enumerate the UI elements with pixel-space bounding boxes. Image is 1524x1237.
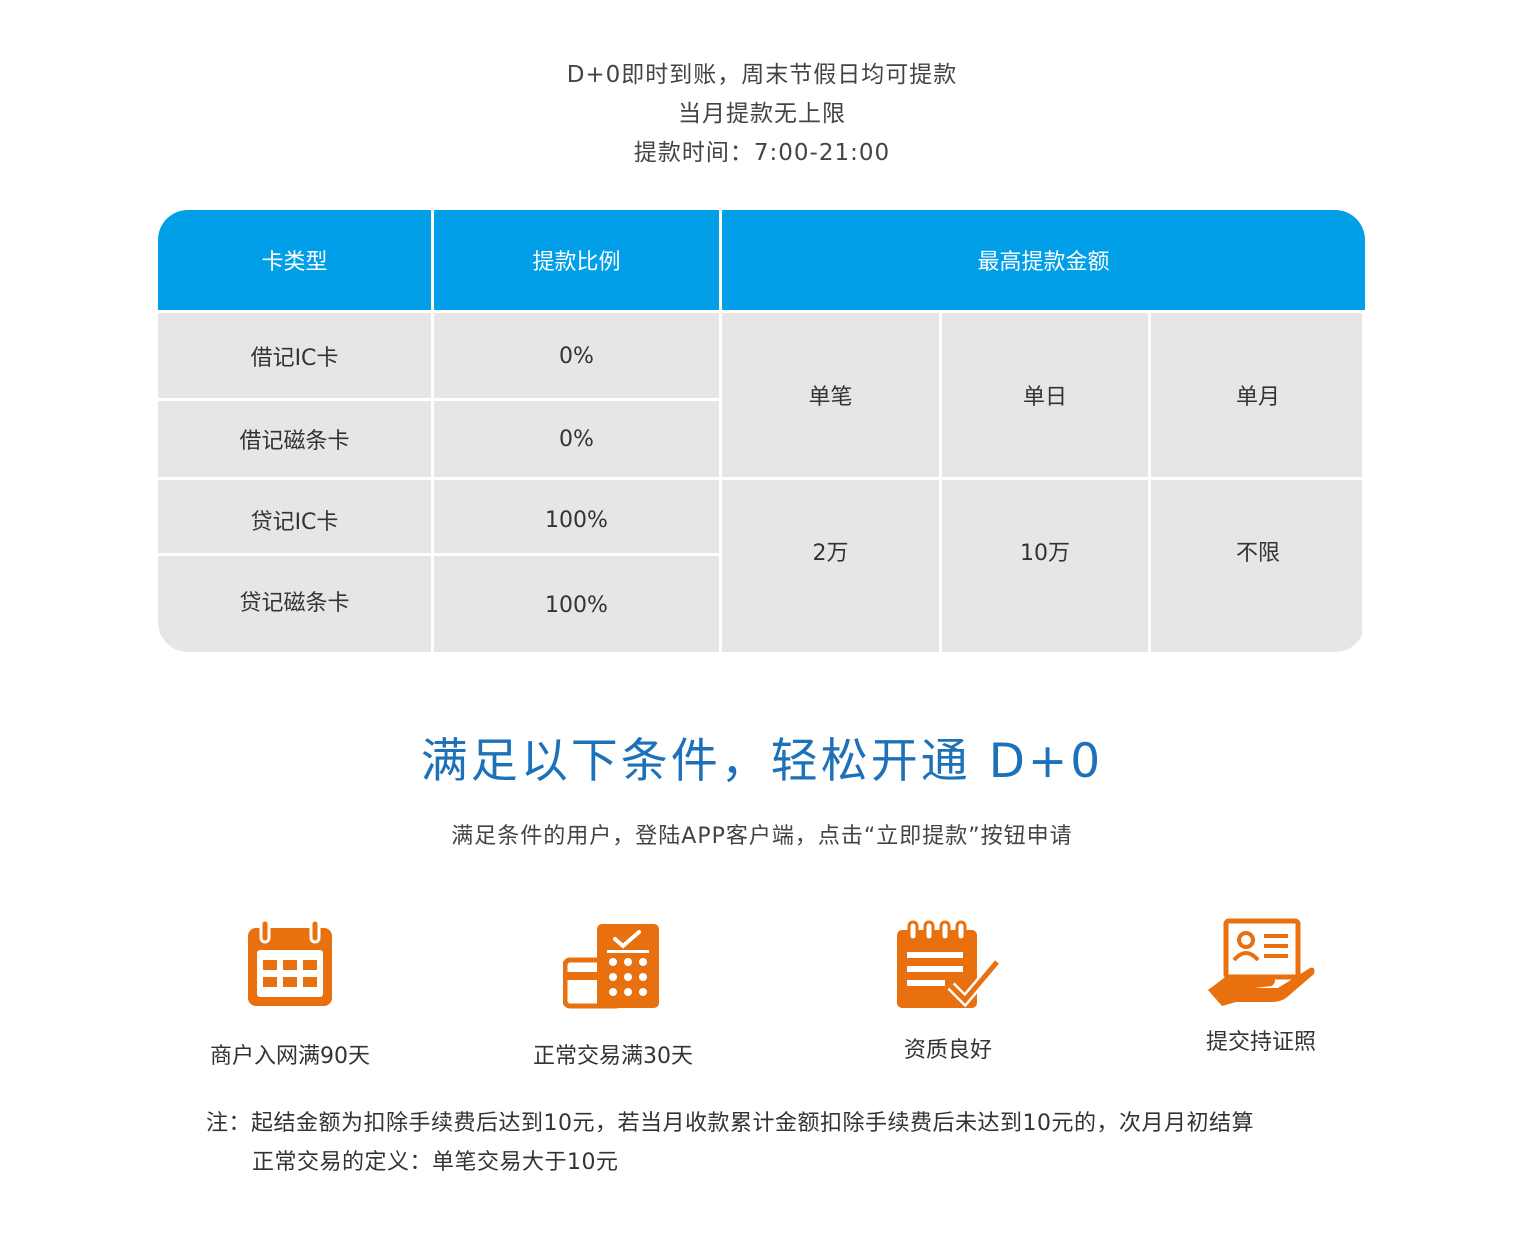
- note-line-1: 注：起结金额为扣除手续费后达到10元，若当月收款累计金额扣除手续费后未达到10元…: [206, 1111, 1254, 1136]
- feature-network-days: 商户入网满90天: [185, 918, 395, 1070]
- row-card-type: 贷记IC卡: [250, 510, 339, 535]
- intro-line-3: 提款时间：7:00-21:00: [633, 140, 891, 166]
- limit-label-daily: 单日: [1022, 385, 1067, 410]
- table-divider: [158, 477, 1365, 480]
- feature-label: 商户入网满90天: [210, 1044, 370, 1069]
- feature-label: 资质良好: [903, 1038, 992, 1063]
- id-card-hand-icon: [1208, 918, 1315, 1006]
- limit-value-daily: 10万: [1020, 541, 1070, 566]
- intro-block: D+0即时到账，周末节假日均可提款 当月提款无上限 提款时间：7:00-21:0…: [0, 56, 1524, 173]
- table-divider: [431, 210, 434, 652]
- table-divider: [1148, 310, 1151, 652]
- row-ratio: 0%: [559, 426, 594, 452]
- checklist-icon: [897, 920, 1001, 1008]
- table-divider: [939, 310, 942, 652]
- row-ratio: 100%: [545, 507, 608, 533]
- conditions-subtitle: 满足条件的用户，登陆APP客户端，点击“立即提款”按钮申请: [451, 824, 1073, 849]
- row-ratio: 0%: [559, 343, 594, 369]
- header-card-type: 卡类型: [158, 210, 431, 310]
- table-divider: [158, 553, 719, 556]
- table-divider: [158, 398, 719, 401]
- table-divider: [1362, 310, 1365, 652]
- header-max-amount: 最高提款金额: [722, 210, 1365, 310]
- calendar-icon: [248, 918, 332, 1006]
- feature-transaction-days: 正常交易满30天: [508, 922, 718, 1070]
- feature-label: 提交持证照: [1205, 1030, 1316, 1055]
- row-card-type: 贷记磁条卡: [239, 591, 350, 616]
- note-block: 注：起结金额为扣除手续费后达到10元，若当月收款累计金额扣除手续费后未达到10元…: [206, 1104, 1254, 1182]
- limit-value-monthly: 不限: [1235, 541, 1280, 566]
- feature-label: 正常交易满30天: [533, 1044, 693, 1069]
- row-card-type: 借记IC卡: [250, 346, 339, 371]
- limit-label-single: 单笔: [808, 385, 853, 410]
- feature-good-standing: 资质良好: [843, 920, 1053, 1064]
- note-line-2: 正常交易的定义：单笔交易大于10元: [252, 1150, 619, 1175]
- withdrawal-table: 卡类型 提款比例 最高提款金额 借记IC卡 0% 借记磁条卡 0% 贷记IC卡 …: [158, 210, 1365, 652]
- calculator-card-icon: [563, 924, 659, 1009]
- limit-value-single: 2万: [812, 541, 849, 566]
- feature-submit-license: 提交持证照: [1156, 918, 1366, 1056]
- row-card-type: 借记磁条卡: [239, 429, 350, 454]
- table-divider: [719, 210, 722, 652]
- table-divider: [158, 310, 1365, 313]
- limit-label-monthly: 单月: [1235, 385, 1280, 410]
- intro-line-1: D+0即时到账，周末节假日均可提款: [566, 62, 958, 88]
- conditions-title: 满足以下条件，轻松开通 D+0: [420, 734, 1104, 789]
- intro-line-2: 当月提款无上限: [678, 101, 846, 127]
- header-ratio: 提款比例: [434, 210, 719, 310]
- row-ratio: 100%: [545, 592, 608, 618]
